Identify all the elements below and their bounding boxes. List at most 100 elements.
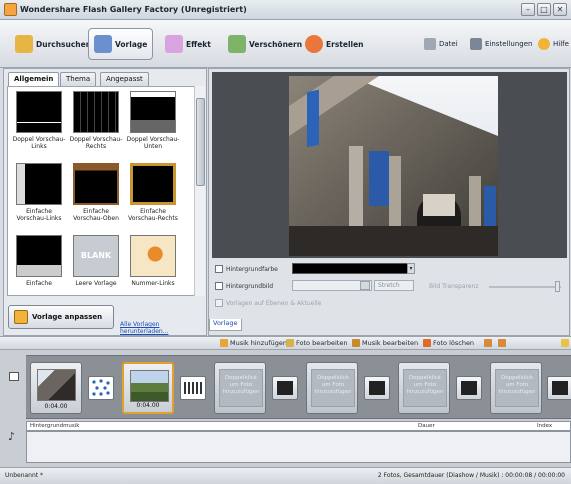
flower-thumbnail bbox=[130, 235, 176, 277]
move-right-button[interactable] bbox=[498, 339, 506, 347]
folder-icon bbox=[15, 35, 33, 53]
edit-music-button[interactable]: Musik bearbeiten bbox=[352, 339, 418, 347]
move-left-button[interactable] bbox=[484, 339, 492, 347]
vorlage-anpassen-button[interactable]: Vorlage anpassen bbox=[8, 305, 114, 329]
timeline-toolbar: Musik hinzufügen Foto bearbeiten Musik b… bbox=[0, 336, 571, 350]
background-image-checkbox[interactable] bbox=[215, 282, 223, 290]
sparkle-icon bbox=[165, 35, 183, 53]
step-label: Erstellen bbox=[326, 39, 364, 49]
settings-icon bbox=[470, 38, 482, 50]
empty-photo-slot[interactable]: Doppelklick um Foto hinzuzufügen bbox=[306, 362, 358, 414]
file-icon bbox=[424, 38, 436, 50]
close-button[interactable]: ✕ bbox=[553, 3, 567, 16]
template-gallery: Doppel Vorschau-Links Doppel Vorschau-Re… bbox=[7, 86, 195, 296]
einstellungen-menu[interactable]: Einstellungen bbox=[470, 38, 532, 50]
tab-angepasst[interactable]: Angepasst bbox=[100, 72, 149, 86]
template-item[interactable]: Nummer-Links bbox=[125, 235, 181, 287]
chevron-down-icon[interactable]: ▾ bbox=[407, 263, 415, 274]
einstellungen-label: Einstellungen bbox=[485, 40, 533, 48]
music-index-column: Index bbox=[537, 423, 553, 429]
transition-placeholder bbox=[552, 381, 568, 395]
template-caption: Nummer-Links bbox=[131, 280, 175, 287]
template-item[interactable]: Einfache Vorschau-Links bbox=[11, 163, 67, 222]
step-label: Durchsuchen bbox=[36, 39, 92, 49]
template-item[interactable]: Einfache bbox=[11, 235, 67, 287]
template-item[interactable]: Doppel Vorschau-Links bbox=[11, 91, 67, 150]
minimize-button[interactable]: – bbox=[521, 3, 535, 16]
browse-folder-icon[interactable] bbox=[360, 281, 370, 290]
maximize-button[interactable]: □ bbox=[537, 3, 551, 16]
edit-photo-button[interactable]: Foto bearbeiten bbox=[286, 339, 347, 347]
project-summary: 2 Fotos, Gesamtdauer (Diashow / Musik) :… bbox=[377, 472, 565, 479]
transition-effect-icon bbox=[92, 379, 110, 396]
template-thumbnail bbox=[73, 91, 119, 133]
template-item[interactable]: Einfache Vorschau-Oben bbox=[68, 163, 124, 222]
main-toolbar: Durchsuchen Vorlage Effekt Verschönern E… bbox=[0, 20, 571, 68]
transition-slot[interactable] bbox=[547, 376, 571, 400]
transition-effect-icon bbox=[184, 382, 202, 394]
datei-menu[interactable]: Datei bbox=[424, 38, 458, 50]
pencil-icon bbox=[94, 35, 112, 53]
template-item[interactable]: Einfache Vorschau-Rechts bbox=[125, 163, 181, 222]
background-color-swatch[interactable] bbox=[292, 263, 412, 274]
expand-button[interactable] bbox=[561, 339, 569, 347]
step-vorlage-button[interactable]: Vorlage bbox=[88, 28, 154, 60]
stretch-select[interactable]: Stretch bbox=[374, 280, 414, 291]
tab-vorlage-panel[interactable]: Vorlage bbox=[209, 319, 242, 331]
transition-slot[interactable] bbox=[364, 376, 390, 400]
project-name: Unbenannt * bbox=[5, 472, 44, 479]
music-duration-column: Dauer bbox=[418, 423, 435, 429]
music-track-area[interactable] bbox=[26, 431, 571, 463]
photo-slot-selected[interactable]: 0:04.00 bbox=[122, 362, 174, 414]
download-templates-link[interactable]: Alle Vorlagen herunterladen... bbox=[120, 321, 206, 335]
photo-slot[interactable]: 0:04.00 bbox=[30, 362, 82, 414]
scrollbar-thumb[interactable] bbox=[196, 98, 205, 186]
template-thumbnail bbox=[16, 235, 62, 277]
delete-icon bbox=[423, 339, 431, 347]
photo-thumbnail bbox=[37, 369, 76, 401]
vorlage-anpassen-label: Vorlage anpassen bbox=[32, 313, 103, 321]
hilfe-label: Hilfe bbox=[553, 40, 569, 48]
empty-photo-slot[interactable]: Doppelklick um Foto hinzuzufügen bbox=[398, 362, 450, 414]
dropzone-text: Doppelklick um Foto hinzuzufügen bbox=[219, 369, 263, 407]
transition-slot[interactable] bbox=[456, 376, 482, 400]
step-durchsuchen-button[interactable]: Durchsuchen bbox=[10, 28, 96, 60]
datei-label: Datei bbox=[439, 40, 458, 48]
delete-photo-button[interactable]: Foto löschen bbox=[423, 339, 474, 347]
template-item[interactable]: Doppel Vorschau-Unten bbox=[125, 91, 181, 150]
photo-thumbnail bbox=[130, 370, 169, 402]
step-label: Vorlage bbox=[115, 39, 148, 49]
music-track-header: Hintergrundmusik Dauer Index bbox=[26, 421, 571, 431]
transition-slot[interactable] bbox=[180, 376, 206, 400]
customize-icon bbox=[14, 310, 28, 324]
template-thumbnail bbox=[16, 91, 62, 133]
tab-allgemein[interactable]: Allgemein bbox=[8, 72, 60, 87]
transparency-slider-handle[interactable] bbox=[555, 281, 560, 292]
background-color-label: Hintergrundfarbe bbox=[226, 266, 278, 273]
transition-placeholder bbox=[461, 381, 477, 395]
empty-photo-slot[interactable]: Doppelklick um Foto hinzuzufügen bbox=[490, 362, 542, 414]
transparency-slider-track[interactable] bbox=[489, 286, 561, 288]
template-caption: Einfache Vorschau-Links bbox=[16, 208, 62, 222]
edit-photo-label: Foto bearbeiten bbox=[296, 339, 348, 347]
apply-all-label: Vorlagen auf Ebenen & Aktuelle bbox=[226, 300, 322, 307]
hilfe-menu[interactable]: Hilfe bbox=[538, 38, 569, 50]
preview-photo bbox=[289, 76, 498, 256]
transition-placeholder bbox=[369, 381, 385, 395]
transition-slot[interactable] bbox=[272, 376, 298, 400]
step-verschoenern-button[interactable]: Verschönern bbox=[223, 28, 307, 60]
step-effekt-button[interactable]: Effekt bbox=[160, 28, 216, 60]
template-caption: Doppel Vorschau-Links bbox=[12, 136, 66, 150]
template-item[interactable]: BLANK Leere Vorlage bbox=[68, 235, 124, 287]
add-music-button[interactable]: Musik hinzufügen bbox=[220, 339, 287, 347]
transition-slot[interactable] bbox=[88, 376, 114, 400]
background-color-checkbox[interactable] bbox=[215, 265, 223, 273]
arrow-right-icon bbox=[498, 339, 506, 347]
step-erstellen-button[interactable]: Erstellen bbox=[300, 28, 369, 60]
template-scrollbar[interactable] bbox=[194, 86, 205, 296]
tab-thema[interactable]: Thema bbox=[60, 72, 97, 86]
apply-all-checkbox[interactable] bbox=[215, 299, 223, 307]
template-item[interactable]: Doppel Vorschau-Rechts bbox=[68, 91, 124, 150]
template-caption: Einfache bbox=[26, 280, 52, 287]
empty-photo-slot[interactable]: Doppelklick um Foto hinzuzufügen bbox=[214, 362, 266, 414]
